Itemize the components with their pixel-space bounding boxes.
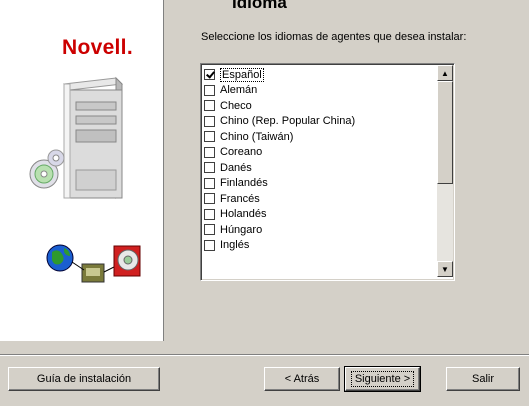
scroll-down-arrow-icon[interactable]: ▼ [437,261,453,277]
footer-divider [0,354,529,356]
language-label: Español [220,67,264,82]
language-label: Holandés [220,208,267,221]
language-checkbox[interactable] [204,115,215,127]
branding-panel: Novell. [0,0,164,341]
installation-guide-button[interactable]: Guía de instalación [8,367,160,391]
scroll-up-arrow-icon[interactable]: ▲ [437,65,453,81]
language-item[interactable]: Checo [204,98,355,114]
language-item[interactable]: Holandés [204,207,355,223]
language-label: Chino (Taiwán) [220,130,294,143]
language-item[interactable]: Finlandés [204,176,355,192]
language-checkbox[interactable] [204,162,215,174]
language-checkbox[interactable] [204,131,215,143]
network-icons [46,244,141,283]
scroll-thumb[interactable] [437,81,453,184]
language-checkbox[interactable] [204,84,215,96]
language-label: Coreano [220,146,263,159]
page-title: Idioma [232,0,287,12]
language-label: Alemán [220,84,258,97]
back-button[interactable]: < Atrás [264,367,340,391]
language-checkbox[interactable] [204,208,215,220]
language-label: Francés [220,192,260,205]
next-button[interactable]: Siguiente > [344,366,421,392]
language-listbox[interactable]: Español Alemán Checo Chino (Rep. Popular Ch… [200,63,455,281]
server-tower-icon [29,76,124,199]
language-checkbox[interactable] [204,146,215,158]
language-item[interactable]: Chino (Rep. Popular China) [204,114,355,130]
vertical-scrollbar[interactable]: ▲ ▼ [437,65,453,277]
language-label: Húngaro [220,223,263,236]
next-button-label: Siguiente > [350,371,415,387]
instruction-text: Seleccione los idiomas de agentes que de… [201,31,467,43]
language-checkbox[interactable] [204,177,215,189]
language-label: Checo [220,99,252,112]
language-checkbox[interactable] [204,224,215,236]
language-label: Danés [220,161,252,174]
language-checkbox[interactable] [204,193,215,205]
language-checkbox[interactable] [204,69,215,81]
language-item[interactable]: Español [204,67,355,83]
language-item[interactable]: Coreano [204,145,355,161]
language-item[interactable]: Chino (Taiwán) [204,129,355,145]
language-checkbox[interactable] [204,100,215,112]
language-item[interactable]: Francés [204,191,355,207]
language-item[interactable]: Húngaro [204,222,355,238]
language-item[interactable]: Danés [204,160,355,176]
language-checkbox[interactable] [204,239,215,251]
exit-button[interactable]: Salir [446,367,520,391]
language-list: Español Alemán Checo Chino (Rep. Popular Ch… [204,67,355,253]
language-label: Chino (Rep. Popular China) [220,115,356,128]
novell-logo: Novell. [62,36,133,59]
language-item[interactable]: Alemán [204,83,355,99]
language-label: Inglés [220,239,250,252]
language-item[interactable]: Inglés [204,238,355,254]
language-label: Finlandés [220,177,268,190]
